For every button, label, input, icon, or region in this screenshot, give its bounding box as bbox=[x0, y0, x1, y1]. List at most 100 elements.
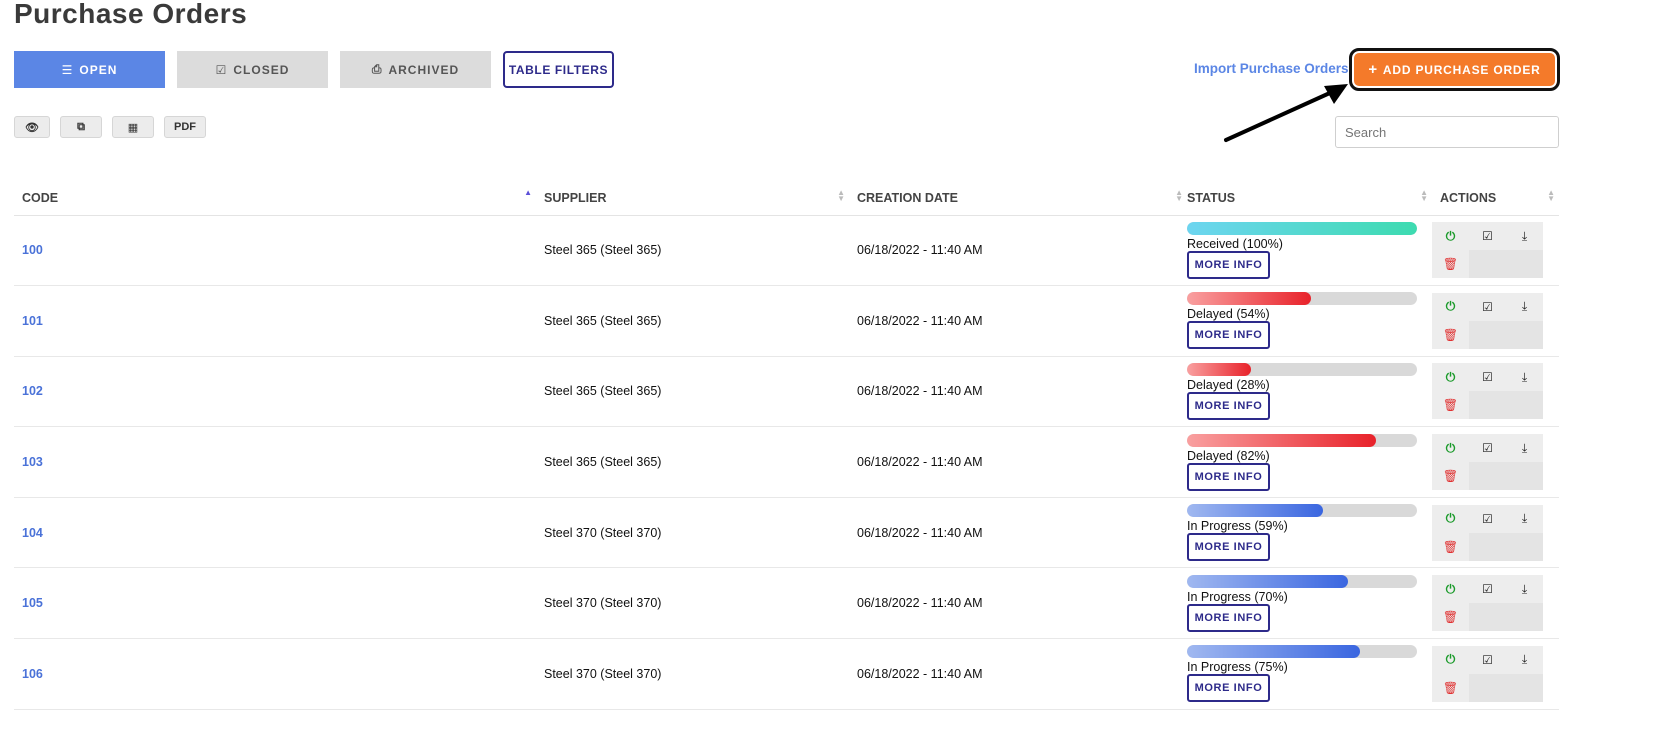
sort-icon: ▲ ▼ bbox=[837, 188, 845, 203]
delete-button[interactable]: 🗑 bbox=[1432, 673, 1469, 702]
status-text: Received (100%) bbox=[1187, 236, 1283, 251]
toggle-power-button[interactable]: ⏻ bbox=[1432, 434, 1469, 463]
status-progress-fill bbox=[1187, 574, 1348, 588]
toggle-power-button[interactable]: ⏻ bbox=[1432, 504, 1469, 533]
status-progress-fill bbox=[1187, 292, 1312, 306]
trash-icon: 🗑 bbox=[1442, 610, 1459, 625]
close-order-button[interactable]: ☑ bbox=[1469, 363, 1506, 392]
tab-open[interactable]: ☰ OPEN bbox=[14, 51, 165, 88]
order-code-link[interactable]: 102 bbox=[14, 356, 536, 428]
close-order-button[interactable]: ☑ bbox=[1469, 434, 1506, 463]
toggle-power-button[interactable]: ⏻ bbox=[1432, 292, 1469, 321]
close-order-button[interactable]: ☑ bbox=[1469, 645, 1506, 674]
delete-button[interactable]: 🗑 bbox=[1432, 462, 1469, 491]
delete-button[interactable]: 🗑 bbox=[1432, 391, 1469, 420]
table-row: 106 Steel 370 (Steel 370) 06/18/2022 - 1… bbox=[14, 638, 1559, 710]
tab-archived[interactable]: ⎙ ARCHIVED bbox=[340, 51, 491, 88]
creation-date-cell: 06/18/2022 - 11:40 AM bbox=[849, 497, 1187, 569]
order-code-link[interactable]: 101 bbox=[14, 285, 536, 357]
order-code-link[interactable]: 106 bbox=[14, 638, 536, 710]
supplier-cell: Steel 365 (Steel 365) bbox=[536, 426, 849, 498]
check-square-icon: ☑ bbox=[1482, 441, 1493, 456]
download-button[interactable]: ⤓ bbox=[1506, 292, 1543, 321]
order-code-link[interactable]: 100 bbox=[14, 215, 536, 287]
table-header-row: CODE ▲ SUPPLIER ▲ ▼ CREATION DATE ▲ ▼ STATUS ▲… bbox=[14, 181, 1559, 216]
download-button[interactable]: ⤓ bbox=[1506, 575, 1543, 604]
export-csv-button[interactable]: ▦ bbox=[112, 116, 154, 138]
delete-button[interactable]: 🗑 bbox=[1432, 250, 1469, 279]
status-progress-fill bbox=[1187, 504, 1323, 518]
status-progress-bar bbox=[1187, 292, 1417, 306]
download-button[interactable]: ⤓ bbox=[1506, 222, 1543, 251]
import-purchase-orders-link[interactable]: Import Purchase Orders bbox=[1194, 61, 1349, 76]
tab-closed[interactable]: ☑ CLOSED bbox=[177, 51, 328, 88]
add-purchase-order-label: ADD PURCHASE ORDER bbox=[1382, 62, 1541, 77]
check-square-icon: ☑ bbox=[1482, 299, 1493, 314]
more-info-button[interactable]: MORE INFO bbox=[1187, 603, 1270, 632]
column-header-status[interactable]: STATUS ▲ ▼ bbox=[1187, 181, 1432, 216]
actions-spacer bbox=[1469, 250, 1543, 279]
delete-button[interactable]: 🗑 bbox=[1432, 603, 1469, 632]
add-purchase-order-button[interactable]: + ADD PURCHASE ORDER bbox=[1349, 48, 1560, 91]
more-info-button[interactable]: MORE INFO bbox=[1187, 462, 1270, 491]
column-header-actions[interactable]: ACTIONS ▲ ▼ bbox=[1432, 181, 1559, 216]
sort-icon: ▲ ▼ bbox=[1420, 188, 1428, 203]
search-input[interactable] bbox=[1335, 116, 1559, 148]
toggle-power-button[interactable]: ⏻ bbox=[1432, 363, 1469, 392]
order-code-link[interactable]: 105 bbox=[14, 567, 536, 640]
toggle-power-button[interactable]: ⏻ bbox=[1432, 645, 1469, 674]
actions-cell: ⏻ ☑ ⤓ 🗑 bbox=[1432, 356, 1559, 428]
column-header-creation-date[interactable]: CREATION DATE ▲ ▼ bbox=[849, 181, 1187, 216]
more-info-button[interactable]: MORE INFO bbox=[1187, 250, 1270, 279]
download-button[interactable]: ⤓ bbox=[1506, 504, 1543, 533]
download-button[interactable]: ⤓ bbox=[1506, 645, 1543, 674]
status-tabs: ☰ OPEN ☑ CLOSED ⎙ ARCHIVED TABLE FILTERS bbox=[14, 51, 614, 88]
order-code-link[interactable]: 103 bbox=[14, 426, 536, 498]
download-icon: ⤓ bbox=[1521, 581, 1528, 596]
more-info-button[interactable]: MORE INFO bbox=[1187, 321, 1270, 350]
actions-spacer bbox=[1469, 462, 1543, 491]
power-icon: ⏻ bbox=[1445, 652, 1456, 667]
power-icon: ⏻ bbox=[1445, 440, 1456, 455]
actions-cell: ⏻ ☑ ⤓ 🗑 bbox=[1432, 426, 1559, 498]
column-header-supplier[interactable]: SUPPLIER ▲ ▼ bbox=[536, 181, 849, 216]
export-pdf-button[interactable]: PDF bbox=[164, 116, 206, 138]
status-text: Delayed (82%) bbox=[1187, 448, 1270, 463]
close-order-button[interactable]: ☑ bbox=[1469, 575, 1506, 604]
delete-button[interactable]: 🗑 bbox=[1432, 532, 1469, 561]
close-order-button[interactable]: ☑ bbox=[1469, 222, 1506, 251]
close-order-button[interactable]: ☑ bbox=[1469, 504, 1506, 533]
column-header-code[interactable]: CODE ▲ bbox=[14, 181, 536, 216]
more-info-button[interactable]: MORE INFO bbox=[1187, 391, 1270, 420]
trash-icon: 🗑 bbox=[1442, 469, 1459, 484]
close-order-button[interactable]: ☑ bbox=[1469, 292, 1506, 321]
status-progress-bar bbox=[1187, 362, 1417, 376]
toggle-power-button[interactable]: ⏻ bbox=[1432, 575, 1469, 604]
toggle-power-button[interactable]: ⏻ bbox=[1432, 222, 1469, 251]
sort-asc-icon: ▲ bbox=[524, 188, 532, 197]
more-info-button[interactable]: MORE INFO bbox=[1187, 533, 1270, 562]
column-header-label: SUPPLIER bbox=[544, 190, 607, 205]
actions-cell: ⏻ ☑ ⤓ 🗑 bbox=[1432, 285, 1559, 357]
plus-icon: + bbox=[1368, 61, 1378, 78]
list-icon: ☰ bbox=[61, 62, 74, 77]
download-button[interactable]: ⤓ bbox=[1506, 434, 1543, 463]
copy-button[interactable]: ⧉ bbox=[60, 116, 102, 138]
actions-spacer bbox=[1469, 532, 1543, 561]
delete-button[interactable]: 🗑 bbox=[1432, 320, 1469, 349]
status-cell: In Progress (70%) MORE INFO bbox=[1187, 567, 1432, 640]
more-info-button[interactable]: MORE INFO bbox=[1187, 674, 1270, 703]
supplier-cell: Steel 370 (Steel 370) bbox=[536, 497, 849, 569]
trash-icon: 🗑 bbox=[1442, 539, 1459, 554]
order-code-link[interactable]: 104 bbox=[14, 497, 536, 569]
download-button[interactable]: ⤓ bbox=[1506, 363, 1543, 392]
view-toggle-button[interactable]: 👁 bbox=[14, 116, 50, 138]
status-text: In Progress (70%) bbox=[1187, 589, 1288, 604]
actions-cell: ⏻ ☑ ⤓ 🗑 bbox=[1432, 497, 1559, 569]
table-row: 104 Steel 370 (Steel 370) 06/18/2022 - 1… bbox=[14, 497, 1559, 569]
actions-cell: ⏻ ☑ ⤓ 🗑 bbox=[1432, 638, 1559, 710]
status-text: Delayed (28%) bbox=[1187, 377, 1270, 392]
eye-icon: 👁 bbox=[25, 121, 39, 134]
status-progress-fill bbox=[1187, 362, 1252, 376]
table-filters-button[interactable]: TABLE FILTERS bbox=[503, 51, 614, 88]
